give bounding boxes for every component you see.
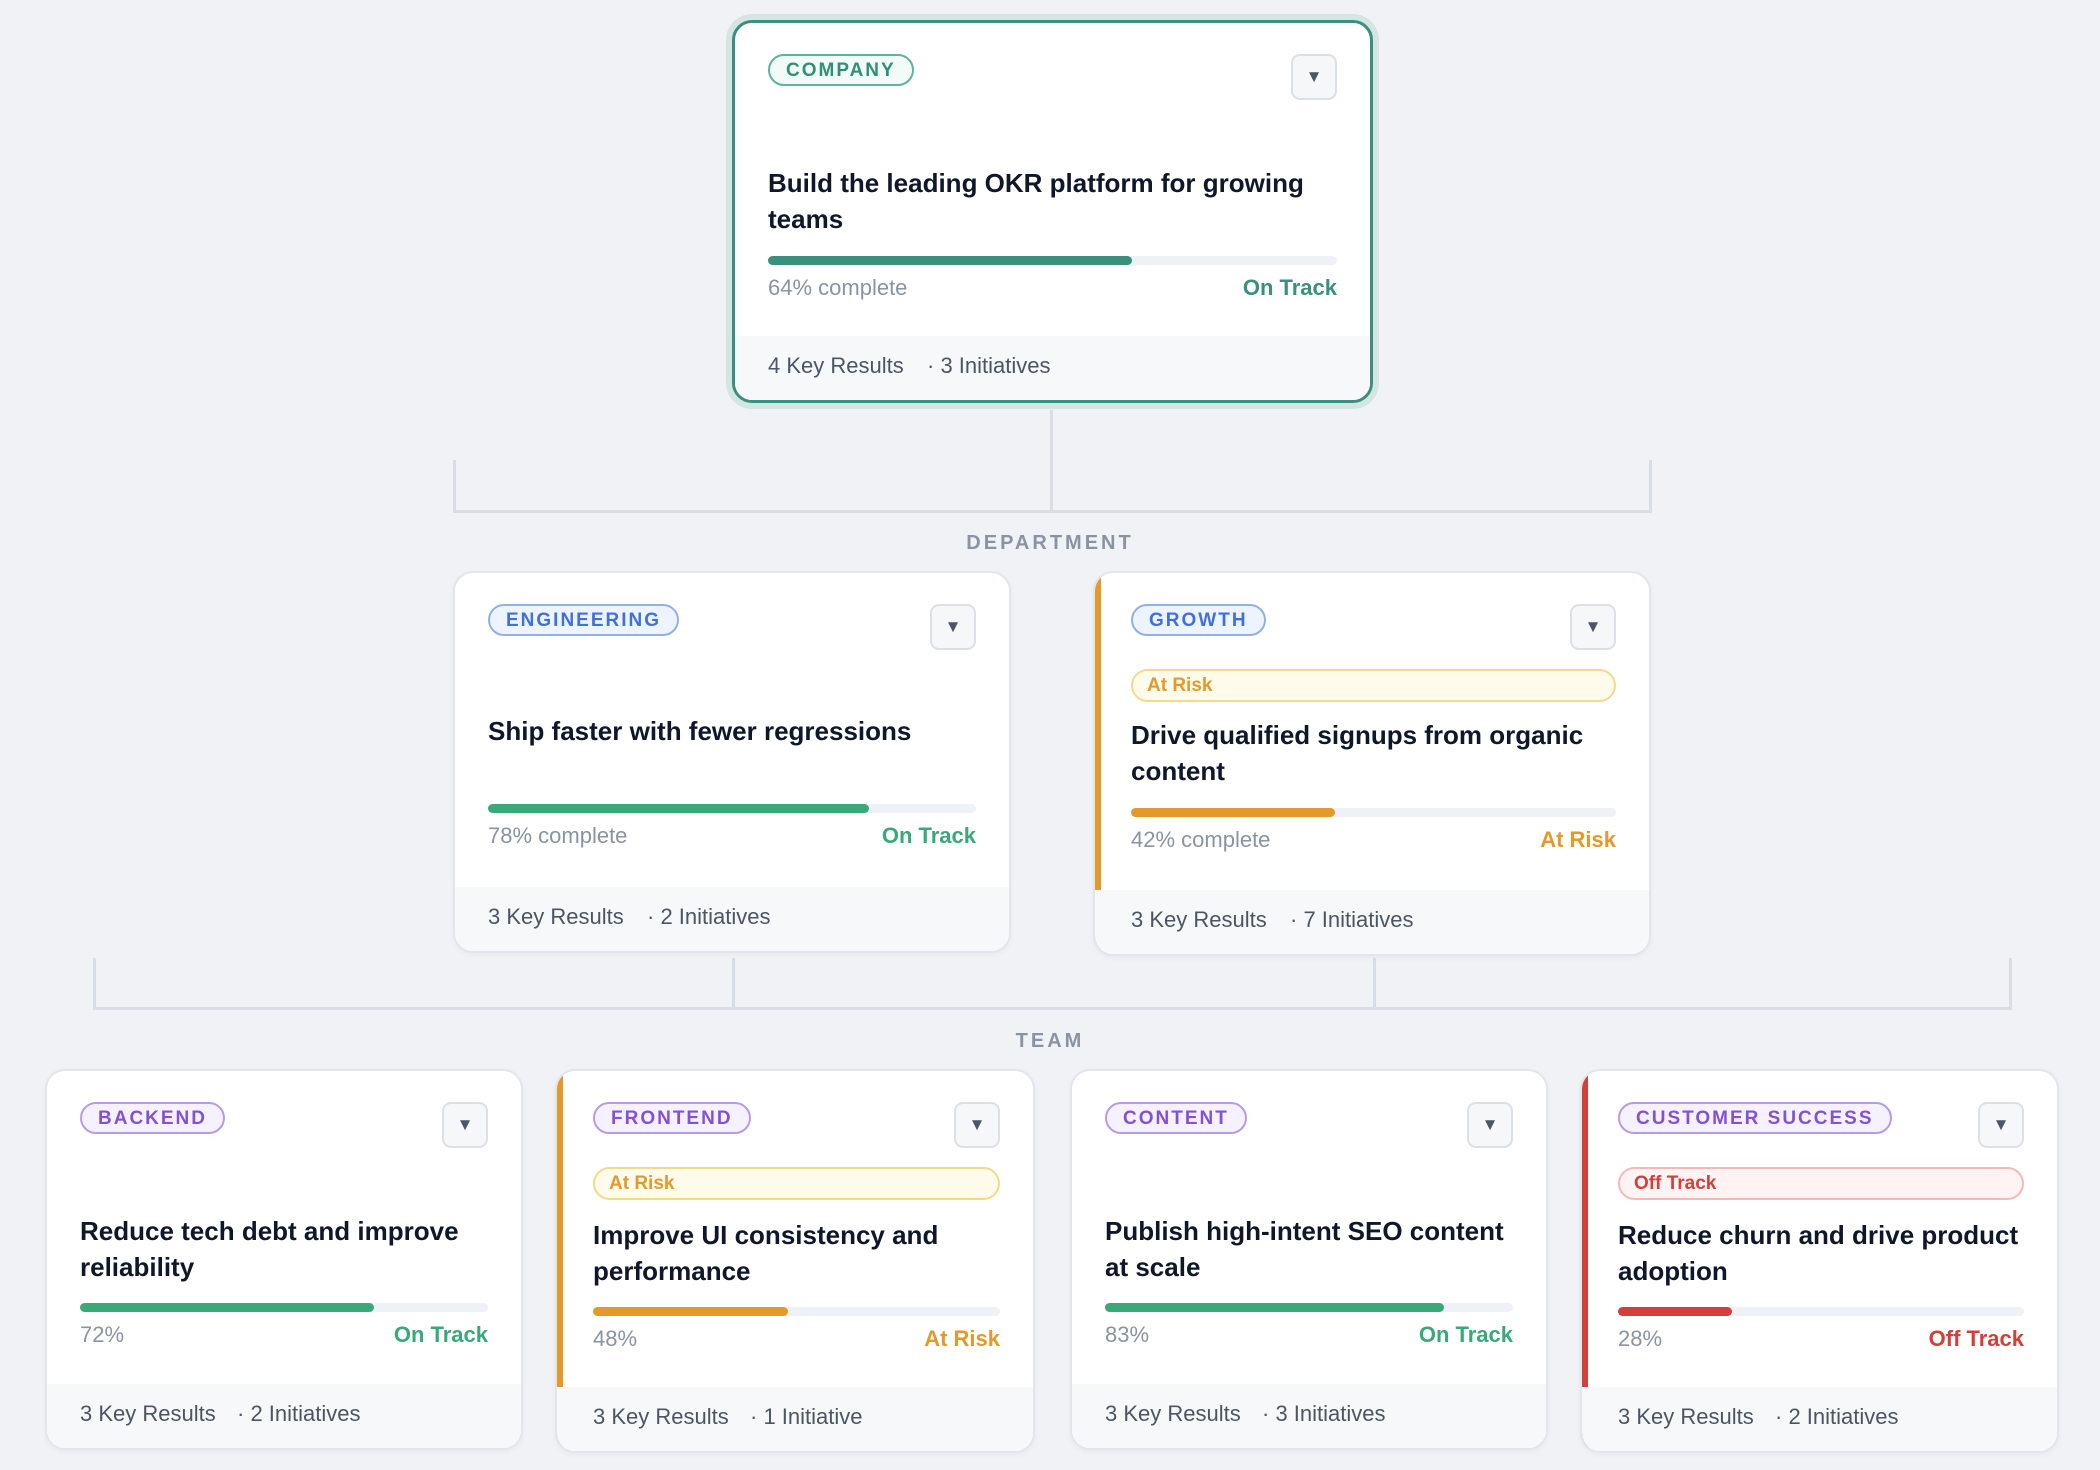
progress-bar <box>80 1303 488 1312</box>
okr-card-company[interactable]: COMPANY ▼ Build the leading OKR platform… <box>732 20 1373 403</box>
status-label: On Track <box>393 1322 488 1347</box>
progress-bar <box>768 256 1337 265</box>
card-footer: 3 Key Results · 7 Initiatives <box>1095 890 1649 954</box>
card-footer: 3 Key Results · 1 Initiative <box>557 1387 1033 1451</box>
key-results-count: 3 Key Results <box>1131 907 1267 932</box>
card-footer: 3 Key Results · 2 Initiatives <box>1582 1387 2057 1451</box>
okr-card-content[interactable]: CONTENT ▼ Publish high-intent SEO conten… <box>1070 1069 1548 1450</box>
objective-title: Ship faster with fewer regressions <box>488 716 912 746</box>
progress-fill <box>593 1307 789 1316</box>
initiatives-count: · 2 Initiatives <box>647 904 771 929</box>
initiatives-count: · 2 Initiatives <box>1775 1404 1899 1429</box>
connector-dept-left-drop <box>453 460 456 513</box>
progress-fill <box>768 256 1133 265</box>
progress-bar <box>1131 808 1616 817</box>
card-footer: 3 Key Results · 2 Initiatives <box>455 887 1009 951</box>
progress-label: 48% <box>593 1326 638 1351</box>
level-tag: CUSTOMER SUCCESS <box>1618 1102 1892 1134</box>
status-label: On Track <box>881 823 976 848</box>
initiatives-count: · 3 Initiatives <box>927 353 1051 378</box>
progress-label: 64% complete <box>768 275 908 300</box>
level-label-department: DEPARTMENT <box>966 532 1134 554</box>
connector-team-drop-2 <box>732 958 735 1010</box>
connector-team-drop-3 <box>1373 958 1376 1010</box>
chevron-down-icon[interactable]: ▼ <box>1978 1102 2024 1148</box>
chevron-down-icon[interactable]: ▼ <box>442 1102 488 1148</box>
level-tag: BACKEND <box>80 1102 225 1134</box>
objective-title: Reduce churn and drive product adoption <box>1618 1220 2019 1286</box>
objective-title: Reduce tech debt and improve reliability <box>80 1216 459 1282</box>
key-results-count: 3 Key Results <box>593 1404 729 1429</box>
status-badge: At Risk <box>593 1167 1000 1200</box>
objective-title: Build the leading OKR platform for growi… <box>768 168 1304 234</box>
progress-bar <box>1105 1303 1513 1312</box>
okr-card-backend[interactable]: BACKEND ▼ Reduce tech debt and improve r… <box>45 1069 523 1450</box>
progress-fill <box>1618 1307 1732 1316</box>
progress-fill <box>80 1303 374 1312</box>
initiatives-count: · 2 Initiatives <box>237 1401 361 1426</box>
initiatives-count: · 3 Initiatives <box>1262 1401 1386 1426</box>
level-tag: CONTENT <box>1105 1102 1247 1134</box>
status-badge: Off Track <box>1618 1167 2024 1200</box>
level-tag: FRONTEND <box>593 1102 751 1134</box>
progress-fill <box>1131 808 1335 817</box>
connector-team-drop-4 <box>2009 958 2012 1010</box>
progress-bar <box>593 1307 1000 1316</box>
objective-title: Drive qualified signups from organic con… <box>1131 720 1584 786</box>
chevron-down-icon[interactable]: ▼ <box>1570 604 1616 650</box>
progress-bar <box>488 804 976 813</box>
okr-card-growth[interactable]: GROWTH ▼ At Risk Drive qualified signups… <box>1093 571 1651 956</box>
key-results-count: 3 Key Results <box>1618 1404 1754 1429</box>
level-tag: GROWTH <box>1131 604 1266 636</box>
status-label: At Risk <box>1540 827 1616 852</box>
chevron-down-icon[interactable]: ▼ <box>954 1102 1000 1148</box>
status-label: At Risk <box>924 1326 1000 1351</box>
connector-company-stem <box>1050 410 1053 512</box>
okr-card-customer-success[interactable]: CUSTOMER SUCCESS ▼ Off Track Reduce chur… <box>1580 1069 2059 1453</box>
connector-dept-right-drop <box>1649 460 1652 513</box>
progress-label: 83% <box>1105 1322 1150 1347</box>
key-results-count: 4 Key Results <box>768 353 904 378</box>
chevron-down-icon[interactable]: ▼ <box>1291 54 1337 100</box>
chevron-down-icon[interactable]: ▼ <box>930 604 976 650</box>
key-results-count: 3 Key Results <box>80 1401 216 1426</box>
level-tag: COMPANY <box>768 54 914 86</box>
progress-label: 28% <box>1618 1326 1663 1351</box>
initiatives-count: · 1 Initiative <box>750 1404 863 1429</box>
level-label-team: TEAM <box>1015 1030 1085 1052</box>
connector-team-drop-1 <box>93 958 96 1010</box>
initiatives-count: · 7 Initiatives <box>1290 907 1414 932</box>
progress-fill <box>1105 1303 1444 1312</box>
key-results-count: 3 Key Results <box>488 904 624 929</box>
okr-card-frontend[interactable]: FRONTEND ▼ At Risk Improve UI consistenc… <box>555 1069 1035 1453</box>
level-tag: ENGINEERING <box>488 604 680 636</box>
status-label: On Track <box>1242 275 1337 300</box>
card-footer: 3 Key Results · 2 Initiatives <box>47 1384 521 1448</box>
status-label: Off Track <box>1928 1326 2024 1351</box>
connector-team-bus <box>93 1007 2012 1010</box>
connector-company-bus <box>453 510 1652 513</box>
progress-label: 42% complete <box>1131 827 1271 852</box>
card-footer: 4 Key Results · 3 Initiatives <box>735 336 1370 400</box>
progress-bar <box>1618 1307 2024 1316</box>
objective-title: Improve UI consistency and performance <box>593 1220 939 1286</box>
card-footer: 3 Key Results · 3 Initiatives <box>1072 1384 1546 1448</box>
progress-fill <box>488 804 869 813</box>
progress-label: 72% <box>80 1322 125 1347</box>
objective-title: Publish high-intent SEO content at scale <box>1105 1216 1504 1282</box>
okr-card-engineering[interactable]: ENGINEERING ▼ Ship faster with fewer reg… <box>453 571 1011 953</box>
status-label: On Track <box>1418 1322 1513 1347</box>
progress-label: 78% complete <box>488 823 628 848</box>
chevron-down-icon[interactable]: ▼ <box>1467 1102 1513 1148</box>
status-badge: At Risk <box>1131 669 1616 702</box>
key-results-count: 3 Key Results <box>1105 1401 1241 1426</box>
